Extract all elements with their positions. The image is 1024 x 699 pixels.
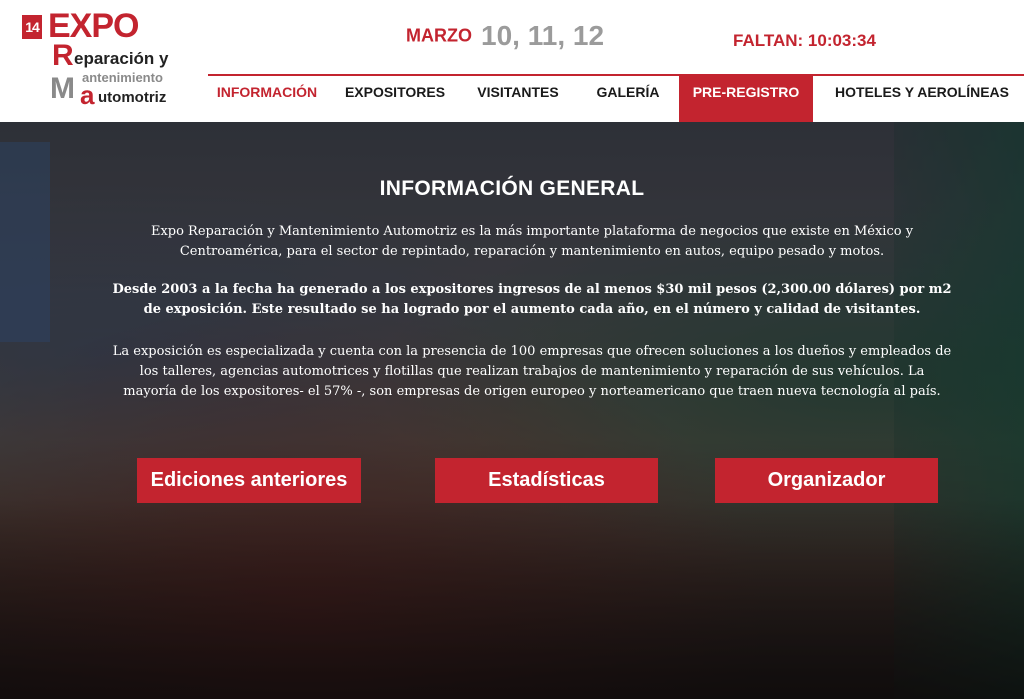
previous-editions-button[interactable]: Ediciones anteriores xyxy=(137,458,361,503)
expo-logo[interactable]: 14 EXPO R eparación y M antenimiento a u… xyxy=(22,8,182,108)
logo-line-reparacion: eparación y xyxy=(74,49,169,68)
logo-letter-a: a xyxy=(80,80,95,110)
main-nav: INFORMACIÓN EXPOSITORES VISITANTES GALER… xyxy=(208,76,1024,122)
organizer-button[interactable]: Organizador xyxy=(715,458,938,503)
nav-item-expositores[interactable]: EXPOSITORES xyxy=(334,76,456,122)
event-month: MARZO xyxy=(406,25,472,46)
event-date: MARZO 10, 11, 12 xyxy=(406,20,604,52)
logo-letter-r: R xyxy=(52,39,74,72)
section-title: INFORMACIÓN GENERAL xyxy=(379,177,645,200)
logo-letter-m: M xyxy=(50,72,75,105)
nav-item-pre-registro[interactable]: PRE-REGISTRO xyxy=(679,76,813,122)
nav-item-galeria[interactable]: GALERÍA xyxy=(586,76,670,122)
site-header: 14 EXPO R eparación y M antenimiento a u… xyxy=(0,0,1024,122)
revenue-paragraph: Desde 2003 a la fecha ha generado a los … xyxy=(112,282,952,317)
nav-item-visitantes[interactable]: VISITANTES xyxy=(466,76,570,122)
logo-line-automotriz: utomotriz xyxy=(98,89,167,106)
nav-item-informacion[interactable]: INFORMACIÓN xyxy=(208,76,326,122)
intro-paragraph: Expo Reparación y Mantenimiento Automotr… xyxy=(150,224,914,259)
exhibitors-paragraph: La exposición es especializada y cuenta … xyxy=(112,344,952,399)
countdown-timer: FALTAN: 10:03:34 xyxy=(733,31,876,50)
event-days: 10, 11, 12 xyxy=(481,20,605,51)
statistics-button[interactable]: Estadísticas xyxy=(435,458,658,503)
hero-section: INFORMACIÓN GENERAL Expo Reparación y Ma… xyxy=(0,122,1024,699)
background-overlay xyxy=(0,122,1024,699)
edition-badge: 14 xyxy=(22,15,42,39)
nav-item-hoteles-aerolineas[interactable]: HOTELES Y AEROLÍNEAS xyxy=(820,76,1024,122)
